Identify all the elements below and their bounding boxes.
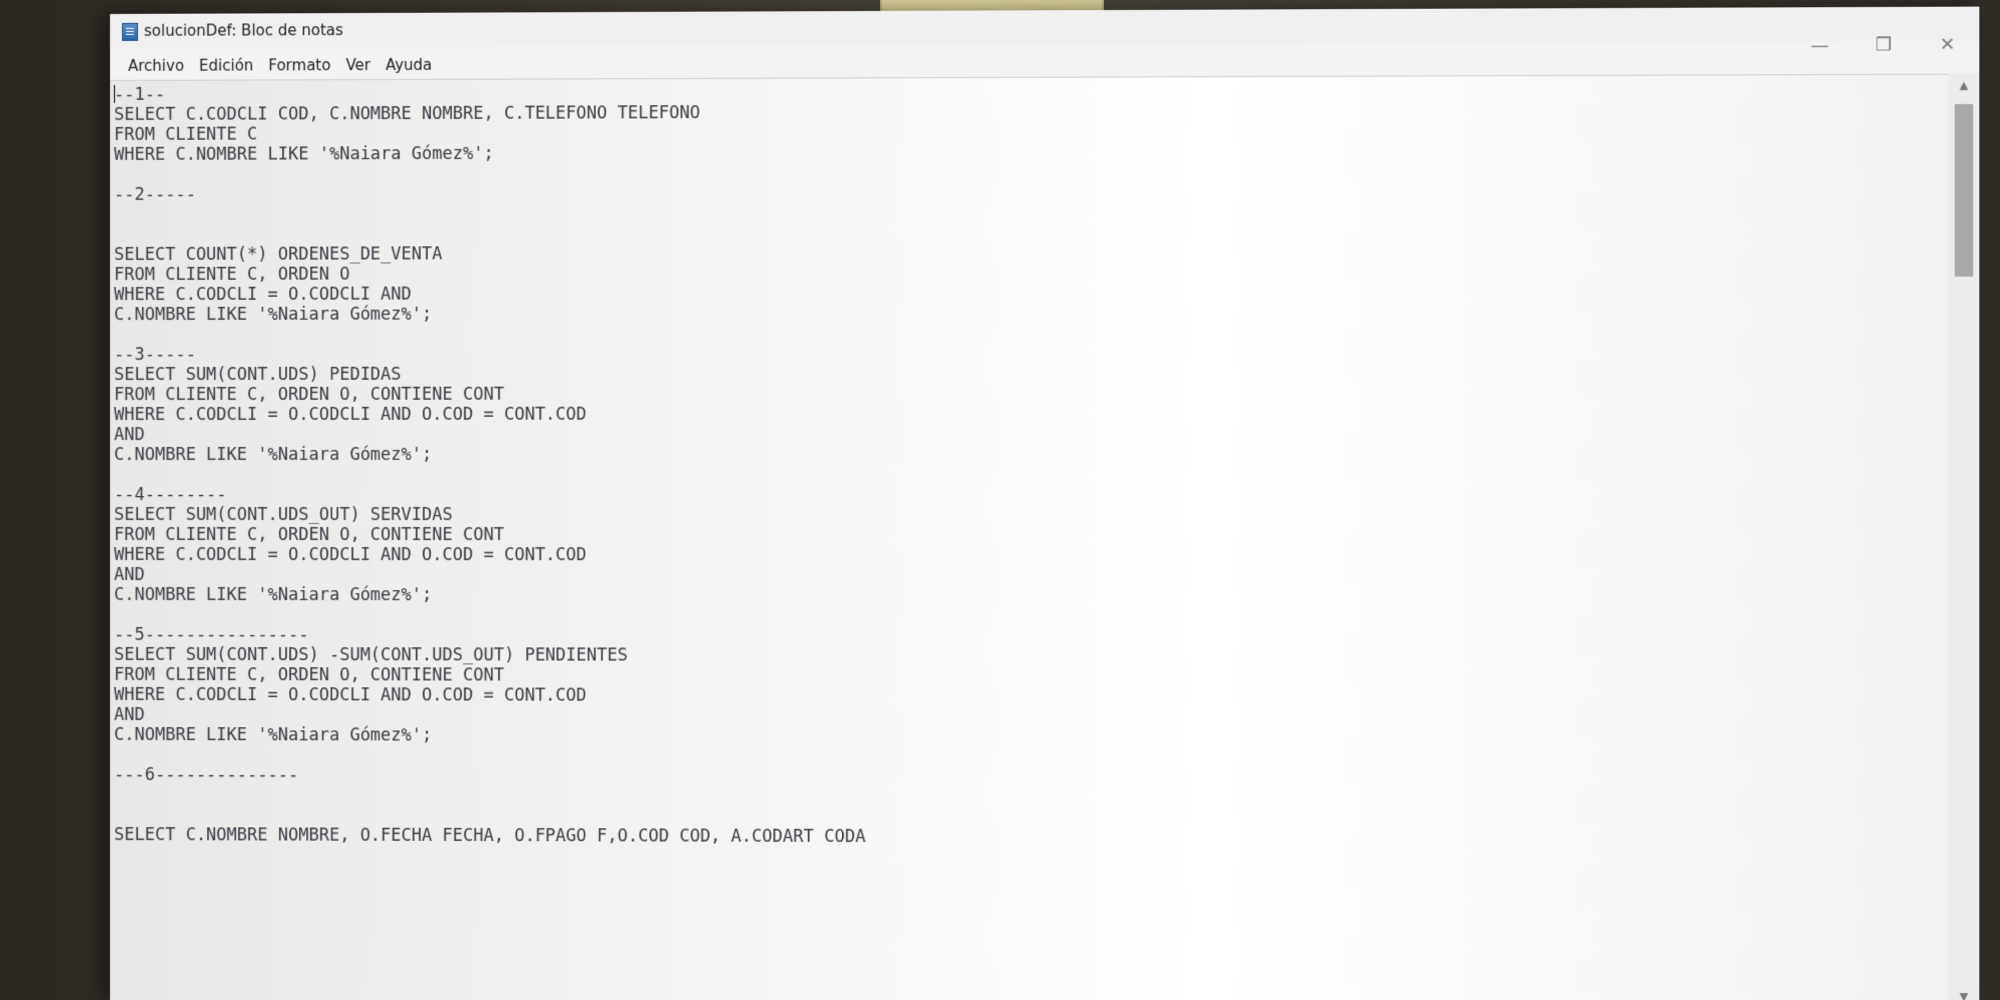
editor-line	[114, 805, 866, 827]
editor-line: FROM CLIENTE C, ORDEN O, CONTIENE CONT	[114, 384, 866, 405]
editor-line: C.NOMBRE LIKE '%Naiara Gómez%';	[114, 445, 866, 465]
menu-bar: Archivo Edición Formato Ver Ayuda	[110, 51, 441, 78]
menu-ver[interactable]: Ver	[340, 51, 380, 77]
editor-line: --5----------------	[114, 625, 866, 646]
editor-line	[114, 324, 866, 345]
scroll-down-arrow-icon[interactable]: ▼	[1948, 985, 1979, 1000]
editor-line: --3-----	[114, 344, 866, 365]
editor-line	[114, 465, 866, 485]
editor-line: SELECT SUM(CONT.UDS_OUT) SERVIDAS	[114, 505, 866, 525]
editor-line: ---6--------------	[114, 765, 866, 787]
notepad-icon	[122, 23, 138, 41]
editor-line: FROM CLIENTE C	[114, 123, 866, 145]
editor-line: FROM CLIENTE C, ORDEN O	[114, 264, 866, 285]
editor-line: FROM CLIENTE C, ORDEN O, CONTIENE CONT	[114, 665, 866, 686]
editor-line: SELECT SUM(CONT.UDS) -SUM(CONT.UDS_OUT) …	[114, 645, 866, 666]
editor-line: AND	[114, 565, 866, 585]
window-controls: — ❐ ✕	[1788, 7, 1979, 83]
editor-line: SELECT COUNT(*) ORDENES_DE_VENTA	[114, 243, 866, 265]
scroll-up-arrow-icon[interactable]: ▲	[1948, 74, 1979, 96]
photo-background: solucionDef: Bloc de notas — ❐ ✕ Archivo…	[0, 0, 2000, 1000]
editor-line: SELECT C.NOMBRE NOMBRE, O.FECHA FECHA, O…	[114, 825, 866, 847]
minimize-button[interactable]: —	[1788, 7, 1852, 82]
editor-line: SELECT SUM(CONT.UDS) PEDIDAS	[114, 364, 866, 385]
text-editor[interactable]: --1-- SELECT C.CODCLI COD, C.NOMBRE NOMBR…	[110, 74, 1948, 1000]
menu-archivo[interactable]: Archivo	[122, 52, 193, 78]
editor-line: WHERE C.CODCLI = O.CODCLI AND	[114, 284, 866, 305]
editor-line	[114, 745, 866, 767]
editor-line: AND	[114, 705, 866, 726]
window-title: solucionDef: Bloc de notas	[144, 21, 343, 40]
editor-line: --2-----	[114, 183, 866, 205]
editor-line	[114, 605, 866, 626]
menu-edicion[interactable]: Edición	[193, 51, 262, 77]
editor-line: WHERE C.CODCLI = O.CODCLI AND O.COD = CO…	[114, 404, 866, 425]
editor-line: C.NOMBRE LIKE '%Naiara Gómez%';	[114, 304, 866, 325]
menu-ayuda[interactable]: Ayuda	[379, 51, 441, 77]
editor-line: AND	[114, 425, 866, 445]
editor-line	[114, 203, 866, 225]
maximize-button[interactable]: ❐	[1852, 7, 1916, 82]
editor-line: SELECT C.CODCLI COD, C.NOMBRE NOMBRE, C.…	[114, 103, 866, 125]
editor-line: WHERE C.CODCLI = O.CODCLI AND O.COD = CO…	[114, 545, 866, 565]
scrollbar-thumb[interactable]	[1955, 104, 1974, 277]
editor-line	[114, 785, 866, 807]
editor-line: --1--	[114, 82, 866, 105]
vertical-scrollbar[interactable]: ▲ ▼	[1948, 74, 1979, 1000]
editor-line	[114, 223, 866, 245]
editor-line	[114, 163, 866, 185]
editor-line: FROM CLIENTE C, ORDEN O, CONTIENE CONT	[114, 525, 866, 545]
notepad-window: solucionDef: Bloc de notas — ❐ ✕ Archivo…	[110, 7, 1979, 1000]
editor-line: C.NOMBRE LIKE '%Naiara Gómez%';	[114, 585, 866, 606]
editor-line: WHERE C.CODCLI = O.CODCLI AND O.COD = CO…	[114, 685, 866, 706]
menu-formato[interactable]: Formato	[262, 51, 339, 77]
editor-line: --4--------	[114, 485, 866, 505]
close-button[interactable]: ✕	[1915, 7, 1979, 82]
editor-line: C.NOMBRE LIKE '%Naiara Gómez%';	[114, 725, 866, 746]
editor-line: WHERE C.NOMBRE LIKE '%Naiara Gómez%';	[114, 143, 866, 165]
title-bar[interactable]: solucionDef: Bloc de notas	[110, 7, 1979, 48]
editor-text: --1-- SELECT C.CODCLI COD, C.NOMBRE NOMBR…	[114, 82, 866, 847]
